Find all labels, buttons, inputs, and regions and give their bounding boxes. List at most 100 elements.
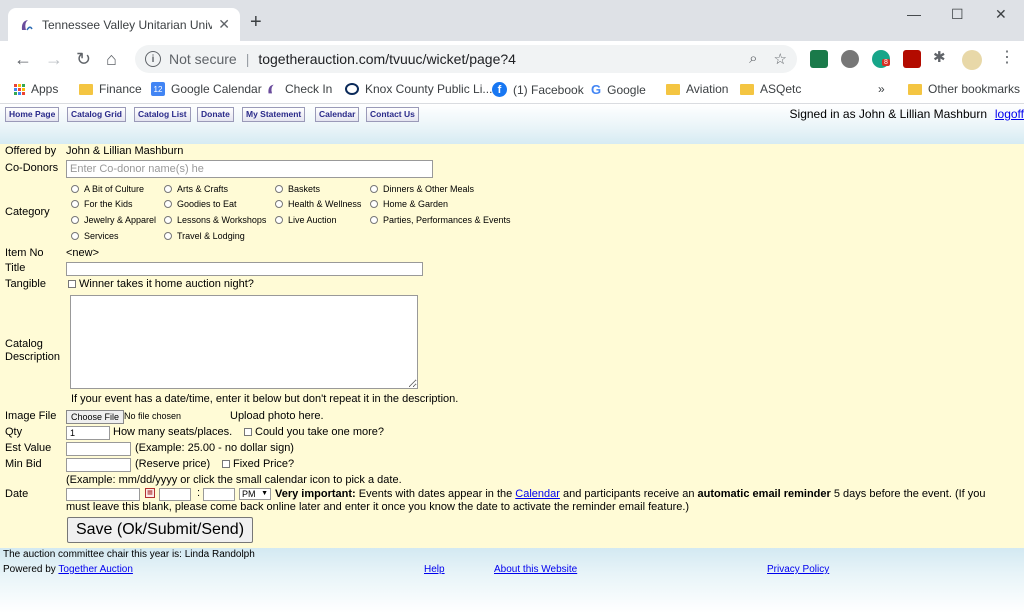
fixed-price-option[interactable]: Fixed Price? bbox=[219, 458, 294, 470]
nav-my-statement[interactable]: My Statement bbox=[242, 107, 306, 122]
logoff-link[interactable]: logoff bbox=[995, 107, 1024, 121]
bookmark-facebook[interactable]: f (1) Facebook bbox=[492, 82, 584, 97]
title-input[interactable] bbox=[66, 262, 423, 276]
extension-globe-icon[interactable] bbox=[841, 50, 859, 68]
minute-input[interactable] bbox=[203, 488, 235, 501]
qty-input[interactable] bbox=[66, 426, 110, 440]
zoom-icon[interactable]: ⌕ bbox=[749, 50, 757, 68]
nav-catalog-list[interactable]: Catalog List bbox=[134, 107, 191, 122]
nav-catalog-grid[interactable]: Catalog Grid bbox=[67, 107, 127, 122]
radio-button[interactable] bbox=[275, 185, 283, 193]
minimize-icon[interactable]: — bbox=[907, 6, 921, 22]
bookmark-finance[interactable]: Finance bbox=[79, 82, 142, 96]
date-input[interactable] bbox=[66, 488, 140, 501]
calendar-link[interactable]: Calendar bbox=[515, 488, 560, 500]
category-option[interactable]: Services bbox=[71, 231, 119, 241]
extensions-puzzle-icon[interactable]: ✱ bbox=[933, 48, 946, 66]
bookmark-other[interactable]: Other bookmarks bbox=[908, 82, 1020, 96]
new-tab-icon[interactable]: + bbox=[250, 12, 262, 32]
bookmarks-overflow[interactable]: » bbox=[878, 82, 885, 96]
radio-button[interactable] bbox=[370, 185, 378, 193]
together-auction-link[interactable]: Together Auction bbox=[58, 564, 133, 575]
bookmark-check-in[interactable]: Check In bbox=[265, 82, 332, 96]
about-link[interactable]: About this Website bbox=[494, 564, 577, 575]
catalog-description-textarea[interactable] bbox=[70, 295, 418, 389]
radio-button[interactable] bbox=[71, 216, 79, 224]
radio-button[interactable] bbox=[164, 185, 172, 193]
category-option[interactable]: Home & Garden bbox=[370, 199, 448, 209]
category-option[interactable]: For the Kids bbox=[71, 199, 133, 209]
est-value-input[interactable] bbox=[66, 442, 131, 456]
hour-input[interactable] bbox=[159, 488, 191, 501]
bookmark-star-icon[interactable]: ☆ bbox=[774, 50, 787, 68]
save-button[interactable]: Save (Ok/Submit/Send) bbox=[67, 517, 253, 543]
take-more-checkbox[interactable] bbox=[244, 428, 252, 437]
maximize-icon[interactable]: ☐ bbox=[951, 6, 964, 23]
active-tab[interactable]: Tennessee Valley Unitarian Universa ✕ bbox=[8, 8, 240, 41]
profile-avatar[interactable] bbox=[962, 50, 982, 70]
take-more-option[interactable]: Could you take one more? bbox=[241, 426, 384, 438]
fixed-price-checkbox[interactable] bbox=[222, 460, 230, 469]
category-option[interactable]: Arts & Crafts bbox=[164, 184, 228, 194]
min-bid-input[interactable] bbox=[66, 458, 131, 472]
menu-kebab-icon[interactable]: ⋮ bbox=[999, 47, 1015, 67]
calendar-picker-icon[interactable]: ▦ bbox=[145, 488, 155, 498]
tangible-option[interactable]: Winner takes it home auction night? bbox=[66, 278, 254, 290]
bookmark-google-calendar[interactable]: 12 Google Calendar bbox=[151, 82, 262, 96]
site-favicon-icon bbox=[18, 17, 34, 33]
bookmark-apps[interactable]: Apps bbox=[14, 82, 58, 96]
info-icon[interactable]: i bbox=[145, 51, 161, 67]
help-link[interactable]: Help bbox=[424, 564, 445, 575]
category-option[interactable]: Dinners & Other Meals bbox=[370, 184, 474, 194]
radio-button[interactable] bbox=[370, 216, 378, 224]
radio-button[interactable] bbox=[164, 232, 172, 240]
category-option[interactable]: Health & Wellness bbox=[275, 199, 361, 209]
blank-notice: must leave this blank, please come back … bbox=[66, 501, 690, 513]
radio-button[interactable] bbox=[370, 200, 378, 208]
choose-file-button[interactable]: Choose File bbox=[66, 410, 125, 424]
bookmark-knox-library[interactable]: Knox County Public Li... bbox=[345, 82, 492, 96]
tangible-checkbox[interactable] bbox=[68, 280, 76, 289]
category-option[interactable]: Parties, Performances & Events bbox=[370, 215, 511, 225]
privacy-link[interactable]: Privacy Policy bbox=[767, 564, 829, 575]
chair-text: The auction committee chair this year is… bbox=[3, 549, 255, 560]
bookmark-asqetc[interactable]: ASQetc bbox=[740, 82, 801, 96]
nav-contact-us[interactable]: Contact Us bbox=[366, 107, 419, 122]
ampm-select[interactable]: PM ▼ bbox=[239, 488, 271, 500]
nav-home-page[interactable]: Home Page bbox=[5, 107, 60, 122]
catalog-label: Catalog bbox=[5, 338, 43, 350]
nav-donate[interactable]: Donate bbox=[197, 107, 234, 122]
bookmark-google[interactable]: G Google bbox=[591, 82, 646, 97]
take-more-text: Could you take one more? bbox=[255, 426, 385, 438]
home-icon[interactable]: ⌂ bbox=[106, 49, 117, 69]
radio-button[interactable] bbox=[164, 200, 172, 208]
category-option[interactable]: Jewelry & Apparel bbox=[71, 215, 156, 225]
back-icon[interactable]: ← bbox=[14, 49, 32, 69]
radio-button[interactable] bbox=[71, 200, 79, 208]
extension-s-icon[interactable] bbox=[810, 50, 828, 68]
nav-calendar[interactable]: Calendar bbox=[315, 107, 360, 122]
url-text: togetherauction.com/tvuuc/wicket/page?4 bbox=[258, 51, 516, 67]
radio-button[interactable] bbox=[275, 200, 283, 208]
radio-button[interactable] bbox=[71, 185, 79, 193]
radio-button[interactable] bbox=[164, 216, 172, 224]
forward-icon[interactable]: → bbox=[45, 49, 63, 69]
bookmark-aviation[interactable]: Aviation bbox=[666, 82, 728, 96]
category-option[interactable]: Goodies to Eat bbox=[164, 199, 237, 209]
category-label-text: Home & Garden bbox=[383, 199, 449, 209]
codonors-input[interactable] bbox=[66, 160, 433, 178]
reload-icon[interactable]: ↻ bbox=[76, 49, 91, 69]
category-option[interactable]: Lessons & Workshops bbox=[164, 215, 266, 225]
tangible-text: Winner takes it home auction night? bbox=[79, 278, 254, 290]
category-option[interactable]: Baskets bbox=[275, 184, 320, 194]
window-close-icon[interactable]: ✕ bbox=[995, 6, 1007, 23]
category-option[interactable]: A Bit of Culture bbox=[71, 184, 144, 194]
category-option[interactable]: Live Auction bbox=[275, 215, 337, 225]
tab-close-icon[interactable]: ✕ bbox=[218, 16, 230, 33]
address-bar[interactable]: i Not secure | togetherauction.com/tvuuc… bbox=[135, 45, 797, 73]
pdf-extension-icon[interactable] bbox=[903, 50, 921, 68]
extension-a-icon[interactable]: 8 bbox=[872, 50, 890, 68]
radio-button[interactable] bbox=[71, 232, 79, 240]
radio-button[interactable] bbox=[275, 216, 283, 224]
category-option[interactable]: Travel & Lodging bbox=[164, 231, 245, 241]
